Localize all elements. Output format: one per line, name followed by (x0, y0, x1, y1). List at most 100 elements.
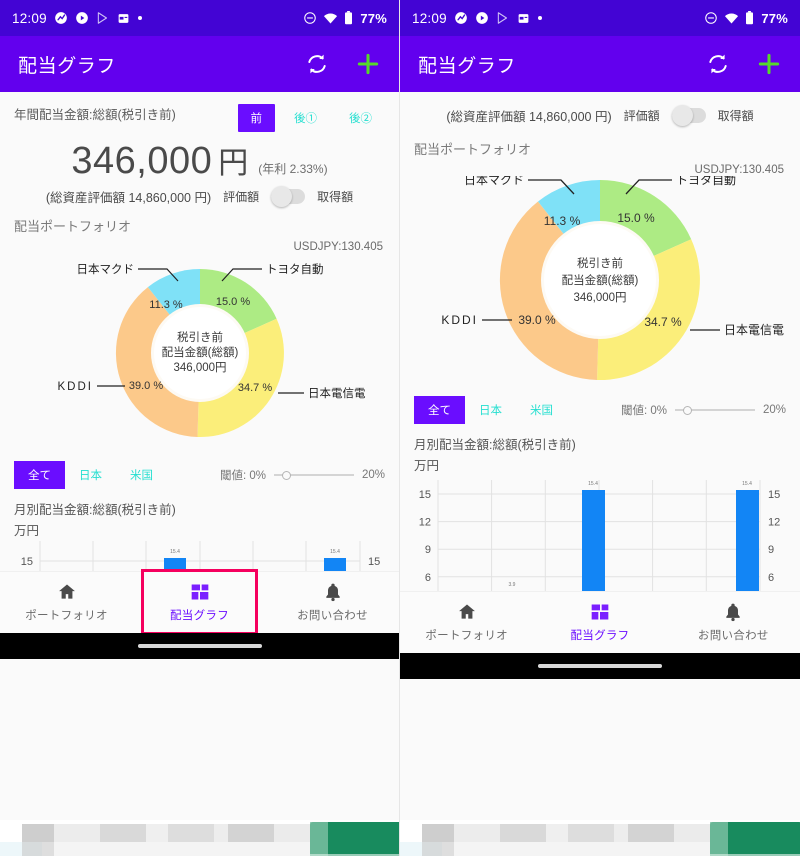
do-not-disturb-icon (303, 11, 317, 25)
slice-pct-kddi-right: 39.0 % (518, 313, 556, 327)
right-content: (総資産評価額 14,860,000 円) 評価額 取得額 配当ポートフォリオ … (400, 92, 800, 856)
status-time: 12:09 (12, 10, 47, 26)
usdjpy-rate: USDJPY:130.405 (293, 241, 383, 253)
monthly-chart-unit-right: 万円 (414, 459, 440, 473)
ytick-left-15-right: 15 (419, 489, 431, 501)
refresh-icon[interactable] (706, 52, 730, 76)
ytick-left-9-right: 9 (425, 544, 431, 556)
ad-banner-left[interactable] (0, 820, 399, 856)
bar-value-march: 3.9 (509, 582, 516, 588)
app-bar-left: 配当グラフ (0, 36, 399, 92)
threshold-slider[interactable] (273, 468, 354, 482)
valuation-cost-toggle[interactable] (271, 186, 306, 207)
valuation-cost-toggle-right[interactable] (671, 105, 706, 126)
toggle-label-cost-right: 取得額 (717, 109, 754, 123)
nav-label-portfolio: ポートフォリオ (25, 610, 108, 622)
page-title: 配当グラフ (18, 55, 117, 77)
ytick-right-6-right: 6 (768, 572, 774, 584)
sync-activity-icon (454, 11, 468, 25)
status-time-right: 12:09 (412, 10, 447, 26)
nav-label-dividend-graph-right: 配当グラフ (570, 630, 630, 642)
bell-icon (323, 582, 343, 602)
monthly-chart-title: 月別配当金額:総額(税引き前) (14, 503, 176, 517)
donut-center-line1: 税引き前 (177, 330, 223, 344)
filter-us-right[interactable]: 米国 (516, 396, 567, 424)
nav-item-dividend-graph[interactable]: 配当グラフ (133, 569, 266, 635)
ad-banner-right[interactable] (400, 820, 800, 856)
threshold-max-right: 20% (762, 404, 786, 416)
left-content: 年間配当金額:総額(税引き前) 前 後① 後② 346,000 円 (年利 2.… (0, 92, 399, 856)
ytick-left-12-right: 12 (419, 517, 431, 529)
home-icon (457, 602, 477, 622)
bar-value-december-right: 15.4 (742, 481, 752, 487)
dot-icon (537, 15, 543, 21)
nav-item-contact-right[interactable]: お問い合わせ (667, 592, 800, 653)
donut-center-line3: 346,000円 (173, 362, 226, 374)
donut-center-line1-right: 税引き前 (577, 256, 623, 270)
monthly-chart-title-right: 月別配当金額:総額(税引き前) (414, 438, 576, 452)
ytick-right-9-right: 9 (768, 544, 774, 556)
filter-all[interactable]: 全て (14, 461, 65, 489)
slice-label-kddi: KDDI (58, 381, 93, 393)
filter-all-right[interactable]: 全て (414, 396, 465, 424)
gesture-pill[interactable] (137, 644, 262, 648)
threshold-label: 閾値: 0% (219, 470, 266, 482)
home-icon (57, 582, 77, 602)
status-bar-right: 12:09 77% (400, 0, 800, 36)
segment-after-2[interactable]: 後② (336, 104, 385, 132)
usdjpy-rate-right: USDJPY:130.405 (694, 164, 784, 176)
left-phone-screen: 12:09 77% 配当グラフ 年間配当金額:総額(税引き前) 前 後① 後② … (0, 0, 400, 856)
plus-icon[interactable] (756, 51, 782, 77)
plus-icon[interactable] (355, 51, 381, 77)
nav-label-portfolio-right: ポートフォリオ (425, 630, 508, 642)
dividend-portfolio-donut-chart-right[interactable]: 税引き前 配当金額(総額) 346,000円 15.0 % 34.7 % 39.… (400, 176, 800, 388)
dual-screenshot-container: 12:09 77% 配当グラフ 年間配当金額:総額(税引き前) 前 後① 後② … (0, 0, 800, 856)
segment-after-1[interactable]: 後① (281, 104, 330, 132)
slice-pct-ntt-right: 34.7 % (644, 315, 682, 329)
app-bar-actions-right (706, 51, 782, 77)
filter-japan[interactable]: 日本 (65, 461, 116, 489)
slice-label-ntt-right: 日本電信電 (724, 323, 784, 337)
segment-before[interactable]: 前 (237, 104, 275, 132)
donut-center-line3-right: 346,000円 (573, 292, 626, 304)
dot-icon (137, 15, 143, 21)
assets-row-left: (総資産評価額 14,860,000 円) 評価額 取得額 (0, 183, 399, 207)
slice-pct-kddi: 39.0 % (129, 380, 163, 392)
slider-knob[interactable] (281, 470, 291, 480)
region-filter-row-left: 全て 日本 米国 閾値: 0% 20% (0, 453, 399, 489)
period-segmented-control: 前 後① 後② (237, 104, 386, 132)
annual-amount-unit: 円 (218, 147, 249, 180)
toggle-label-valuation-right: 評価額 (623, 109, 660, 123)
status-left-icons-right (454, 11, 543, 25)
slice-pct-toyota-right: 15.0 % (617, 211, 655, 225)
nav-item-dividend-graph-right[interactable]: 配当グラフ (533, 592, 666, 653)
bar-value-june: 15.4 (170, 549, 180, 555)
slider-knob-right[interactable] (682, 405, 692, 415)
bottom-navigation-right: ポートフォリオ 配当グラフ お問い合わせ (400, 591, 800, 653)
gesture-pill-right[interactable] (538, 664, 662, 668)
nav-item-contact[interactable]: お問い合わせ (266, 572, 399, 633)
threshold-control-right: 閾値: 0% 20% (621, 402, 786, 418)
play-store-icon (96, 11, 110, 25)
slice-pct-mcdonalds-right: 11.3 % (544, 214, 581, 228)
dividend-portfolio-donut-chart[interactable]: 税引き前 配当金額(総額) 346,000円 15.0 % 34.7 % 39.… (0, 253, 399, 453)
status-bar-left: 12:09 77% (0, 0, 399, 36)
ytick-right-15: 15 (368, 556, 380, 568)
threshold-max: 20% (361, 469, 385, 481)
status-left-icons (54, 11, 143, 25)
nav-label-dividend-graph: 配当グラフ (170, 610, 229, 622)
filter-japan-right[interactable]: 日本 (465, 396, 516, 424)
calendar-icon (117, 12, 130, 25)
dashboard-grid-icon (190, 582, 210, 602)
threshold-slider-right[interactable] (674, 403, 755, 417)
app-bar-actions (305, 51, 381, 77)
filter-us[interactable]: 米国 (116, 461, 167, 489)
slice-label-mcdonalds-right: 日本マクド (464, 176, 524, 187)
slice-pct-toyota: 15.0 % (216, 296, 250, 308)
nav-item-portfolio-right[interactable]: ポートフォリオ (400, 592, 533, 653)
nav-item-portfolio[interactable]: ポートフォリオ (0, 572, 133, 633)
bar-value-june-right: 15.4 (588, 481, 598, 487)
slice-label-ntt: 日本電信電 (308, 386, 366, 400)
battery-percent-right: 77% (761, 10, 788, 26)
refresh-icon[interactable] (305, 52, 329, 76)
